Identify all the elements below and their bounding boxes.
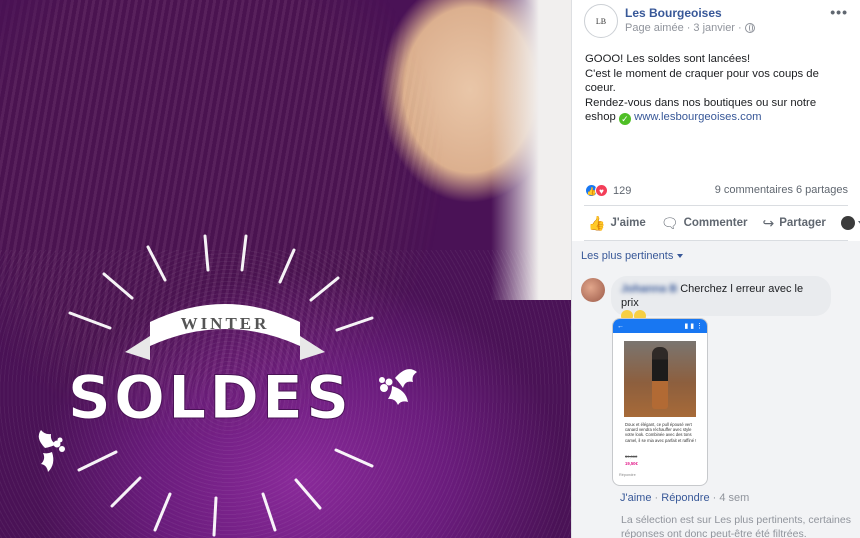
meta-liked: Page aimée — [625, 22, 684, 34]
like-button[interactable]: 👍 J'aime — [588, 215, 646, 232]
post-meta: Page aimée · 3 janvier · — [625, 22, 755, 34]
comment-screenshot-image[interactable]: ← ▮ ▮ ⋮ Doux et élégant, ce pull épousé v… — [612, 318, 708, 486]
commenter-avatar[interactable] — [581, 278, 605, 302]
old-price: 39,00€ — [625, 454, 638, 459]
speech-bubble-icon: 🗨 — [660, 214, 679, 231]
sort-label: Les plus pertinents — [581, 250, 674, 262]
post-text-line: Rendez-vous dans nos boutiques ou sur no… — [585, 96, 850, 125]
post-text-line: GOOO! Les soldes sont lancées! — [585, 53, 751, 65]
share-button[interactable]: ↪ Partager — [762, 215, 825, 232]
comment-like-link[interactable]: J'aime — [620, 492, 651, 504]
meta-separator: · — [737, 22, 742, 34]
checkmark-icon: ✓ — [618, 113, 631, 125]
post-date-link[interactable]: 3 janvier — [693, 22, 735, 34]
model-figure — [652, 347, 668, 409]
filter-notice: La sélection est sur Les plus pertinents… — [621, 514, 851, 538]
user-avatar — [840, 216, 855, 230]
like-label: J'aime — [610, 217, 646, 229]
share-arrow-icon: ↪ — [762, 214, 775, 231]
comment-age[interactable]: 4 sem — [719, 492, 749, 504]
winter-soldes-logo: WINTER SOLDES — [38, 234, 417, 537]
comment-sort-dropdown[interactable]: Les plus pertinents — [581, 250, 684, 262]
comment-label: Commenter — [683, 217, 748, 229]
phone-footer: Répondre — [619, 473, 636, 477]
toolbar-icons: ▮ ▮ ⋮ — [684, 323, 703, 330]
reaction-count: 129 — [613, 184, 632, 197]
separator: · — [712, 492, 717, 504]
new-price: 19,50€ — [625, 461, 638, 466]
comment-bubble: Johanna B Cherchez l erreur avec le prix — [611, 276, 831, 322]
post-photo[interactable]: WINTER SOLDES — [0, 0, 571, 538]
phone-top-bar: ← ▮ ▮ ⋮ — [613, 319, 707, 333]
back-arrow-icon: ← — [617, 322, 624, 330]
product-caption: Doux et élégant, ce pull épousé vert can… — [625, 422, 697, 443]
page-name-link[interactable]: Les Bourgeoises — [625, 6, 722, 20]
product-photo — [624, 341, 696, 417]
comments-section: Les plus pertinents Johanna B Cherchez l … — [572, 241, 860, 538]
post-stats: 👍 ♥ 129 9 commentaires 6 partages — [585, 184, 848, 198]
love-reaction-icon: ♥ — [595, 184, 608, 197]
meta-separator: · — [686, 22, 691, 34]
more-options-button[interactable]: ••• — [830, 4, 848, 20]
post-panel: LB Les Bourgeoises Page aimée · 3 janvie… — [571, 0, 860, 538]
comments-shares-count[interactable]: 9 commentaires 6 partages — [715, 184, 848, 196]
post-body: GOOO! Les soldes sont lancées! C'est le … — [585, 52, 850, 125]
badge-main-text: SOLDES — [68, 363, 352, 433]
post-text-line: C'est le moment de craquer pour vos coup… — [585, 67, 819, 95]
page-avatar[interactable]: LB — [584, 4, 618, 38]
reactions-summary[interactable]: 👍 ♥ 129 — [585, 184, 631, 197]
avatar-text: LB — [595, 16, 607, 26]
comment-button[interactable]: 🗨 Commenter — [661, 215, 748, 232]
separator: · — [654, 492, 659, 504]
post-actions-bar: 👍 J'aime 🗨 Commenter ↪ Partager — [584, 205, 860, 241]
post-as-selector[interactable] — [840, 216, 860, 230]
chevron-down-icon — [677, 254, 684, 258]
comment-reply-link[interactable]: Répondre — [661, 492, 709, 504]
comment-actions: J'aime · Répondre · 4 sem — [620, 492, 749, 504]
thumbs-up-icon: 👍 — [588, 214, 606, 231]
post-header: LB Les Bourgeoises Page aimée · 3 janvie… — [584, 4, 852, 40]
share-label: Partager — [779, 217, 826, 229]
commenter-name[interactable]: Johanna B — [621, 283, 677, 295]
badge-top-text: WINTER — [181, 314, 270, 333]
website-link[interactable]: www.lesbourgeoises.com — [634, 111, 761, 123]
globe-icon — [744, 23, 755, 33]
